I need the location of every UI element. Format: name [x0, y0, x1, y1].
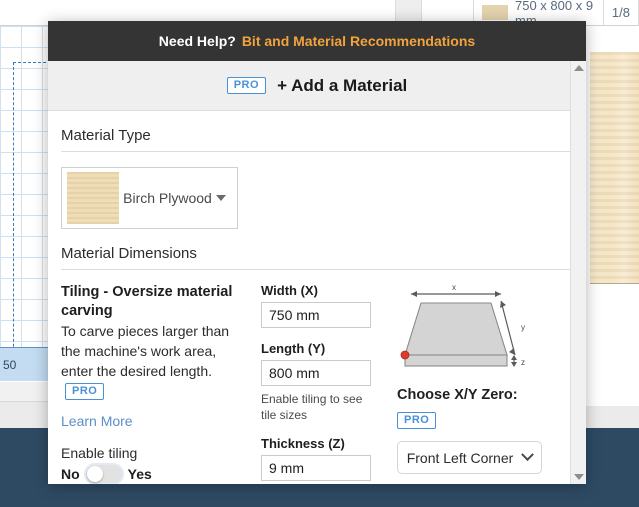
- toolbar-bit-size[interactable]: 1/8: [604, 0, 639, 25]
- material-3d-diagram: x y z: [397, 283, 533, 377]
- tiling-helper-text: Enable tiling to see tile sizes: [261, 392, 363, 423]
- pro-badge-icon: PRO: [397, 412, 437, 429]
- toggle-yes-label: Yes: [127, 465, 152, 482]
- chevron-down-icon: [216, 195, 226, 201]
- material-dimensions-section-title: Material Dimensions: [61, 229, 573, 270]
- x-arrow-right-icon: [495, 291, 501, 297]
- material-front-edge: [404, 354, 508, 367]
- modal-content: Material Type Birch Plywood Material Dim…: [48, 111, 586, 483]
- modal-help-header: Need Help? Bit and Material Recommendati…: [48, 21, 586, 61]
- z-arrow-up-icon: [511, 355, 517, 360]
- ruler-value-label: 50: [3, 357, 17, 372]
- add-material-label: + Add a Material: [277, 75, 408, 95]
- xy-zero-selected-label: Front Left Corner: [406, 449, 514, 466]
- length-y-label: Length (Y): [261, 341, 326, 356]
- scroll-up-arrow-icon[interactable]: [573, 65, 584, 71]
- pro-badge-icon: PRO: [65, 382, 105, 400]
- learn-more-link[interactable]: Learn More: [61, 413, 133, 429]
- material-type-selected-label: Birch Plywood: [123, 190, 212, 206]
- material-top-face: [404, 302, 508, 356]
- material-type-dropdown[interactable]: Birch Plywood: [61, 167, 238, 229]
- material-settings-modal: Need Help? Bit and Material Recommendati…: [48, 21, 586, 484]
- z-axis-label: z: [521, 358, 525, 367]
- tiling-description: To carve pieces larger than the machine'…: [61, 323, 230, 379]
- z-arrow-down-icon: [511, 362, 517, 367]
- help-label: Need Help?: [158, 33, 236, 49]
- thickness-z-label: Thickness (Z): [261, 436, 345, 452]
- zero-pro-wrap: PRO: [397, 410, 573, 429]
- tiling-heading: Tiling - Oversize material carving: [61, 284, 233, 320]
- material-type-section-title: Material Type: [61, 111, 573, 152]
- x-axis-label: x: [452, 285, 456, 292]
- enable-tiling-toggle[interactable]: [85, 464, 122, 483]
- material-swatch-icon: [482, 5, 508, 20]
- xy-zero-column: x y z Choose X/Y Zero: PRO Front Left Co…: [383, 283, 573, 483]
- bit-size-label: 1/8: [611, 5, 630, 20]
- bit-material-recommendations-link[interactable]: Bit and Material Recommendations: [242, 33, 475, 49]
- toggle-knob: [86, 465, 103, 482]
- pro-badge-icon: PRO: [226, 77, 267, 94]
- choose-xy-zero-title: Choose X/Y Zero:: [397, 387, 518, 403]
- x-arrow-left-icon: [411, 291, 417, 297]
- toggle-no-label: No: [61, 465, 80, 482]
- width-x-label: Width (X): [261, 283, 318, 298]
- material-board-preview: [590, 52, 639, 284]
- y-arrow-bottom-icon: [509, 348, 515, 355]
- material-orientation-svg: x y z: [400, 283, 525, 367]
- material-swatch-preview: [67, 172, 119, 224]
- width-x-input[interactable]: [261, 302, 371, 328]
- scroll-down-arrow-icon[interactable]: [573, 474, 584, 480]
- dimensions-grid: Tiling - Oversize material carving To ca…: [61, 283, 573, 483]
- add-material-row[interactable]: PRO + Add a Material: [48, 61, 586, 111]
- origin-point-icon: [400, 350, 410, 360]
- enable-tiling-label: Enable tiling: [61, 444, 138, 461]
- xy-zero-dropdown[interactable]: Front Left Corner: [397, 441, 542, 474]
- modal-scroll-body: PRO + Add a Material Material Type Birch…: [48, 61, 586, 484]
- dimension-inputs-column: Width (X) Length (Y) Enable tiling to se…: [261, 283, 383, 483]
- enable-tiling-toggle-row: No Yes: [61, 464, 247, 483]
- modal-scrollbar[interactable]: [570, 61, 586, 484]
- tiling-description-wrap: To carve pieces larger than the machine'…: [61, 322, 247, 402]
- chevron-down-icon: [521, 448, 535, 462]
- y-axis-label: y: [521, 323, 525, 332]
- length-y-input[interactable]: [261, 360, 371, 386]
- thickness-z-input[interactable]: [261, 455, 371, 482]
- tiling-column: Tiling - Oversize material carving To ca…: [61, 283, 261, 483]
